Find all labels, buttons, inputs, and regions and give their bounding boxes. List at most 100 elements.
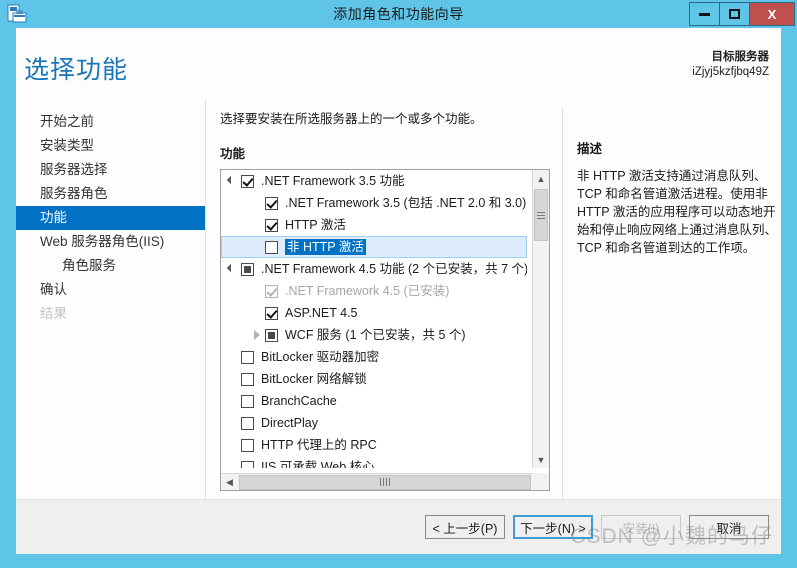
sidebar-item-1[interactable]: 安装类型 bbox=[16, 134, 205, 158]
page-header: 选择功能 目标服务器 iZjyj5kzfjbq49Z bbox=[16, 28, 781, 100]
sidebar-item-2[interactable]: 服务器选择 bbox=[16, 158, 205, 182]
tree-row[interactable]: WCF 服务 (1 个已安装，共 5 个) bbox=[221, 324, 527, 346]
tree-row[interactable]: .NET Framework 4.5 功能 (2 个已安装，共 7 个) bbox=[221, 258, 527, 280]
sidebar-item-7[interactable]: 确认 bbox=[16, 278, 205, 302]
features-tree-vertical-scrollbar[interactable]: ▲ ▼ bbox=[532, 170, 549, 468]
description-body: 非 HTTP 激活支持通过消息队列、TCP 和命名管道激活进程。使用非 HTTP… bbox=[577, 169, 778, 255]
window-bottom-edge bbox=[0, 554, 797, 568]
sidebar-item-8: 结果 bbox=[40, 306, 67, 321]
features-tree[interactable]: .NET Framework 3.5 功能 .NET Framework 3.5 … bbox=[220, 169, 550, 491]
checkbox-unchecked[interactable] bbox=[241, 350, 254, 364]
tree-twisty-spacer bbox=[225, 349, 241, 365]
checkbox-unchecked[interactable] bbox=[241, 416, 254, 430]
tree-row[interactable]: DirectPlay bbox=[221, 412, 527, 434]
tree-row[interactable]: .NET Framework 3.5 (包括 .NET 2.0 和 3.0) bbox=[221, 192, 527, 214]
wizard-footer: < 上一步(P) 下一步(N) > 安装(I) 取消 CSDN @小魏的马仔 bbox=[16, 499, 781, 554]
chevron-collapsed-icon[interactable] bbox=[249, 327, 265, 343]
next-button[interactable]: 下一步(N) > bbox=[513, 515, 593, 539]
checkbox-partial[interactable] bbox=[265, 328, 278, 342]
tree-twisty-spacer bbox=[249, 283, 265, 299]
tree-row-label: 非 HTTP 激活 bbox=[285, 239, 366, 255]
maximize-icon bbox=[729, 9, 740, 19]
chevron-expanded-icon[interactable] bbox=[225, 173, 241, 189]
sidebar-item-4[interactable]: 功能 bbox=[16, 206, 205, 230]
tree-row[interactable]: BitLocker 网络解锁 bbox=[221, 368, 527, 390]
tree-twisty-spacer bbox=[249, 217, 265, 233]
tree-row-label: HTTP 激活 bbox=[285, 218, 346, 232]
vertical-scroll-thumb[interactable] bbox=[534, 189, 548, 241]
checkbox-checked[interactable] bbox=[241, 174, 254, 188]
cancel-button[interactable]: 取消 bbox=[689, 515, 769, 539]
sidebar-item-0[interactable]: 开始之前 bbox=[16, 110, 205, 134]
install-button: 安装(I) bbox=[601, 515, 681, 539]
hscroll-grip-icon bbox=[379, 478, 391, 486]
tree-row[interactable]: HTTP 激活 bbox=[221, 214, 527, 236]
scroll-up-icon[interactable]: ▲ bbox=[533, 170, 549, 187]
tree-row[interactable]: 非 HTTP 激活 bbox=[221, 236, 527, 258]
checkbox-checked[interactable] bbox=[265, 196, 278, 210]
features-panel: 选择要安装在所选服务器上的一个或多个功能。 功能 .NET Framework … bbox=[206, 100, 781, 518]
sidebar-item-6[interactable]: 角色服务 bbox=[16, 254, 205, 278]
tree-twisty-spacer bbox=[225, 437, 241, 453]
tree-row-label: WCF 服务 (1 个已安装，共 5 个) bbox=[285, 328, 466, 342]
tree-row[interactable]: ASP.NET 4.5 bbox=[221, 302, 527, 324]
tree-row[interactable]: HTTP 代理上的 RPC bbox=[221, 434, 527, 456]
tree-twisty-spacer bbox=[249, 239, 265, 255]
tree-row-label: BitLocker 驱动器加密 bbox=[261, 350, 380, 364]
scrollbar-corner bbox=[532, 473, 549, 490]
checkbox-checked bbox=[265, 284, 278, 298]
tree-row[interactable]: BitLocker 驱动器加密 bbox=[221, 346, 527, 368]
tree-twisty-spacer bbox=[225, 393, 241, 409]
tree-row[interactable]: .NET Framework 4.5 (已安装) bbox=[221, 280, 527, 302]
tree-row-label: DirectPlay bbox=[261, 416, 318, 430]
tree-twisty-spacer bbox=[225, 415, 241, 431]
tree-row[interactable]: BranchCache bbox=[221, 390, 527, 412]
tree-row[interactable]: .NET Framework 3.5 功能 bbox=[221, 170, 527, 192]
tree-twisty-spacer bbox=[249, 305, 265, 321]
tree-row-label: .NET Framework 4.5 功能 (2 个已安装，共 7 个) bbox=[261, 262, 527, 276]
tree-row-label: BranchCache bbox=[261, 394, 337, 408]
close-button[interactable]: X bbox=[750, 3, 794, 25]
tree-row-label: IIS 可承载 Web 核心 bbox=[261, 460, 375, 468]
features-tree-rows: .NET Framework 3.5 功能 .NET Framework 3.5 … bbox=[221, 170, 527, 468]
features-tree-horizontal-scrollbar[interactable]: ◀ ▶ bbox=[221, 473, 549, 490]
checkbox-unchecked[interactable] bbox=[241, 372, 254, 386]
description-panel: 描述 非 HTTP 激活支持通过消息队列、TCP 和命名管道激活进程。使用非 H… bbox=[562, 108, 782, 518]
checkbox-partial[interactable] bbox=[241, 262, 254, 276]
minimize-button[interactable] bbox=[690, 3, 720, 25]
destination-server-name: iZjyj5kzfjbq49Z bbox=[692, 66, 769, 78]
scroll-down-icon[interactable]: ▼ bbox=[533, 451, 549, 468]
checkbox-unchecked[interactable] bbox=[241, 394, 254, 408]
checkbox-unchecked[interactable] bbox=[265, 240, 278, 254]
previous-button[interactable]: < 上一步(P) bbox=[425, 515, 505, 539]
sidebar-item-3[interactable]: 服务器角色 bbox=[16, 182, 205, 206]
destination-server-block: 目标服务器 iZjyj5kzfjbq49Z bbox=[692, 50, 769, 80]
tree-row-label: .NET Framework 3.5 (包括 .NET 2.0 和 3.0) bbox=[285, 196, 527, 210]
scroll-grip-icon bbox=[537, 210, 545, 221]
chevron-expanded-icon[interactable] bbox=[225, 261, 241, 277]
page-title: 选择功能 bbox=[24, 56, 129, 84]
maximize-button[interactable] bbox=[720, 3, 750, 25]
page-content: 开始之前 安装类型 服务器选择 服务器角色 功能 Web 服务器角色(IIS) 角色服务 确认… bbox=[16, 100, 781, 518]
wizard-navigation: 开始之前 安装类型 服务器选择 服务器角色 功能 Web 服务器角色(IIS) 角色服务 确认… bbox=[16, 100, 206, 499]
scroll-left-icon[interactable]: ◀ bbox=[221, 474, 238, 491]
tree-twisty-spacer bbox=[225, 459, 241, 468]
tree-row[interactable]: IIS 可承载 Web 核心 bbox=[221, 456, 527, 468]
checkbox-unchecked[interactable] bbox=[241, 460, 254, 468]
tree-twisty-spacer bbox=[225, 371, 241, 387]
description-title: 描述 bbox=[577, 142, 603, 156]
tree-row-label: ASP.NET 4.5 bbox=[285, 306, 358, 320]
tree-row-label: .NET Framework 3.5 功能 bbox=[261, 174, 405, 188]
window-controls: X bbox=[689, 2, 795, 26]
checkbox-checked[interactable] bbox=[265, 306, 278, 320]
tree-row-label: BitLocker 网络解锁 bbox=[261, 372, 367, 386]
checkbox-unchecked[interactable] bbox=[241, 438, 254, 452]
checkbox-checked[interactable] bbox=[265, 218, 278, 232]
horizontal-scroll-thumb[interactable] bbox=[239, 474, 531, 490]
wizard-window: 选择功能 目标服务器 iZjyj5kzfjbq49Z 开始之前 安装类型 服务器选择… bbox=[16, 28, 781, 554]
tree-twisty-spacer bbox=[249, 195, 265, 211]
sidebar-item-5[interactable]: Web 服务器角色(IIS) bbox=[16, 230, 205, 254]
tree-row-label: HTTP 代理上的 RPC bbox=[261, 438, 377, 452]
destination-server-label: 目标服务器 bbox=[711, 51, 770, 63]
window-title: 添加角色和功能向导 bbox=[333, 6, 464, 22]
